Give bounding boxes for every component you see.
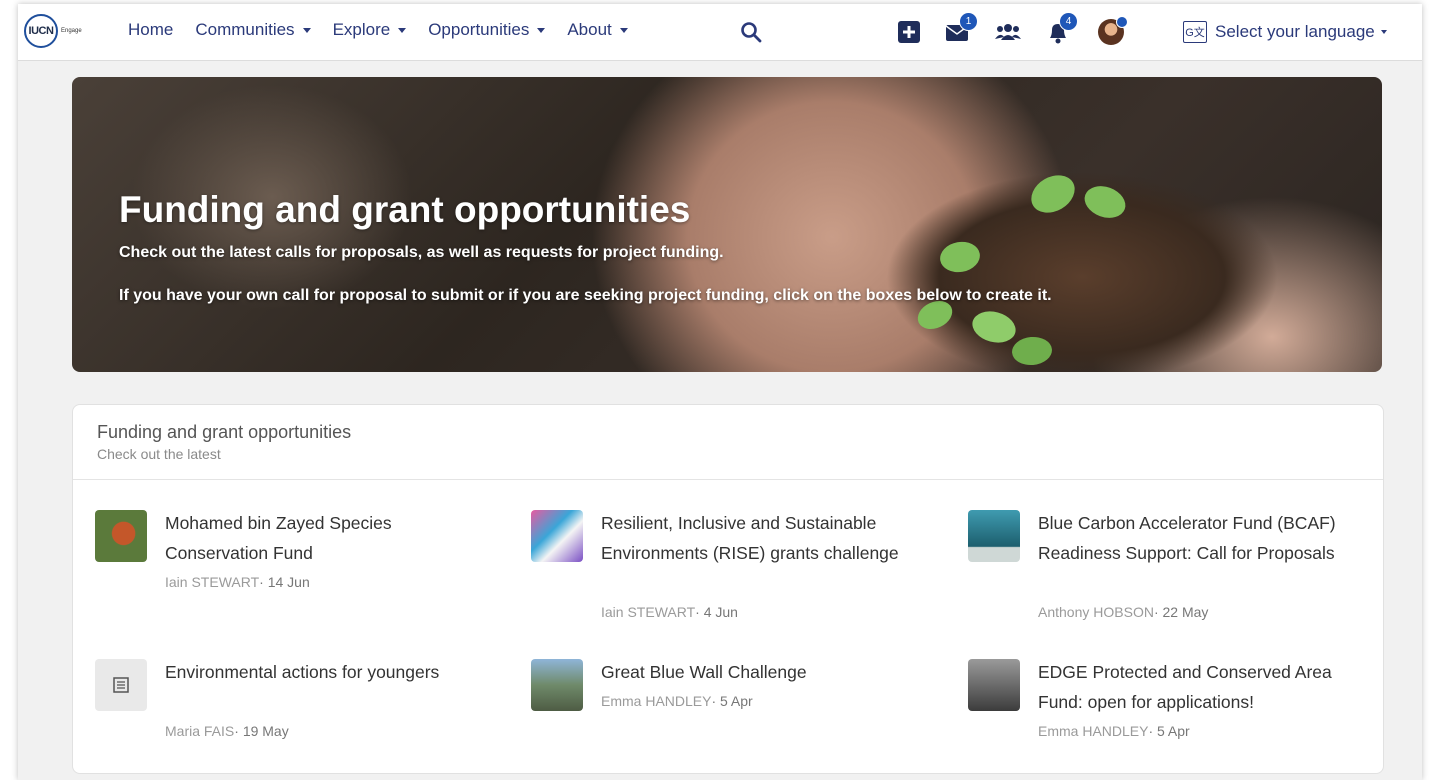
item-title[interactable]: EDGE Protected and Conserved Area Fund: … (1038, 657, 1338, 717)
caret-down-icon (619, 27, 628, 33)
language-selector[interactable]: G文 Select your language (1183, 21, 1387, 43)
notifications-badge: 4 (1059, 12, 1078, 31)
messages-button[interactable]: 1 (944, 12, 978, 46)
nav-communities-label: Communities (195, 20, 295, 39)
item-date-prefix: · (1148, 723, 1158, 739)
edge-landscape-thumbnail (968, 659, 1020, 711)
opportunities-card: Funding and grant opportunities Check ou… (72, 404, 1384, 774)
item-date: 5 Apr (1157, 723, 1190, 739)
item-date-prefix: · (695, 604, 704, 620)
nav-opportunities-label: Opportunities (428, 20, 530, 39)
card-title: Funding and grant opportunities (97, 422, 352, 442)
item-author: Iain STEWART (165, 574, 260, 590)
list-item[interactable]: Mohamed bin Zayed Species Conservation F… (95, 508, 455, 608)
nav-opportunities[interactable]: Opportunities (428, 20, 546, 40)
notifications-button[interactable]: 4 (1044, 12, 1078, 46)
item-meta: Maria FAIS· 19 May (165, 723, 289, 739)
item-meta: Anthony HOBSON· 22 May (1038, 604, 1208, 620)
item-date: 22 May (1162, 604, 1209, 620)
item-title[interactable]: Environmental actions for youngers (165, 657, 465, 687)
list-item[interactable]: Environmental actions for youngers Maria… (95, 657, 455, 747)
browser-viewport: IUCN Engage Home Communities Explore Opp… (18, 4, 1422, 780)
item-title[interactable]: Blue Carbon Accelerator Fund (BCAF) Read… (1038, 508, 1338, 568)
item-date: 19 May (242, 723, 289, 739)
list-item[interactable]: Great Blue Wall Challenge Emma HANDLEY· … (531, 657, 891, 727)
rise-thumbnail (531, 510, 583, 562)
card-divider (73, 479, 1383, 480)
item-date-prefix: · (234, 723, 243, 739)
item-date-prefix: · (259, 574, 268, 590)
list-item[interactable]: Blue Carbon Accelerator Fund (BCAF) Read… (968, 508, 1336, 628)
item-author: Maria FAIS (165, 723, 235, 739)
sprout-leaf (1024, 167, 1082, 221)
language-label: Select your language (1215, 22, 1375, 41)
item-date-prefix: · (711, 693, 721, 709)
item-title[interactable]: Mohamed bin Zayed Species Conservation F… (165, 508, 465, 568)
ocean-thumbnail (968, 510, 1020, 562)
nav-about-label: About (567, 20, 612, 39)
item-date: 14 Jun (267, 574, 310, 590)
nav-communities[interactable]: Communities (195, 20, 311, 40)
nav-explore[interactable]: Explore (333, 20, 407, 40)
caret-down-icon (398, 27, 407, 33)
messages-badge: 1 (959, 12, 978, 31)
nav-home-label: Home (128, 20, 174, 39)
item-date: 5 Apr (720, 693, 753, 709)
hero-subtitle-line1: Check out the latest calls for proposals… (119, 244, 724, 261)
top-navigation-bar: IUCN Engage Home Communities Explore Opp… (18, 4, 1422, 61)
item-author: Emma HANDLEY (601, 693, 712, 709)
nav-about[interactable]: About (567, 20, 628, 40)
hero-subtitle-line2: If you have your own call for proposal t… (119, 287, 1052, 304)
sprout-leaf (1080, 180, 1130, 224)
coast-thumbnail (531, 659, 583, 711)
search-icon[interactable] (740, 21, 762, 43)
item-author: Anthony HOBSON (1038, 604, 1154, 620)
iucn-logo[interactable]: IUCN Engage (24, 13, 98, 49)
list-item[interactable]: EDGE Protected and Conserved Area Fund: … (968, 657, 1332, 747)
caret-down-icon (1380, 30, 1387, 34)
logo-subtitle: Engage (61, 28, 82, 34)
hero-title: Funding and grant opportunities (119, 189, 691, 230)
avatar-status-dot (1116, 16, 1128, 28)
item-date: 4 Jun (703, 604, 738, 620)
caret-down-icon (302, 27, 311, 33)
list-document-icon (113, 677, 129, 693)
translate-icon: G文 (1183, 21, 1207, 43)
logo-mark: IUCN (24, 14, 58, 48)
sprout-leaf (937, 238, 983, 276)
list-item[interactable]: Resilient, Inclusive and Sustainable Env… (531, 508, 899, 628)
item-meta: Emma HANDLEY· 5 Apr (601, 693, 753, 709)
card-subtitle: Check out the latest (97, 446, 221, 462)
document-icon (95, 659, 147, 711)
item-author: Iain STEWART (601, 604, 696, 620)
nav-home[interactable]: Home (128, 20, 173, 40)
item-meta: Iain STEWART· 4 Jun (601, 604, 738, 620)
hero-banner: Funding and grant opportunities Check ou… (72, 77, 1382, 372)
item-title[interactable]: Great Blue Wall Challenge (601, 657, 901, 687)
item-meta: Emma HANDLEY· 5 Apr (1038, 723, 1190, 739)
main-menu: Home Communities Explore Opportunities A… (128, 20, 628, 40)
item-title[interactable]: Resilient, Inclusive and Sustainable Env… (601, 508, 901, 568)
caret-down-icon (537, 27, 546, 33)
item-author: Emma HANDLEY (1038, 723, 1149, 739)
red-panda-thumbnail (95, 510, 147, 562)
item-date-prefix: · (1153, 604, 1163, 620)
sprout-leaf (1010, 335, 1054, 367)
nav-explore-label: Explore (332, 20, 391, 39)
people-icon[interactable] (994, 18, 1022, 46)
add-post-icon[interactable] (895, 18, 923, 46)
item-meta: Iain STEWART· 14 Jun (165, 574, 310, 590)
sprout-leaf (968, 306, 1020, 348)
